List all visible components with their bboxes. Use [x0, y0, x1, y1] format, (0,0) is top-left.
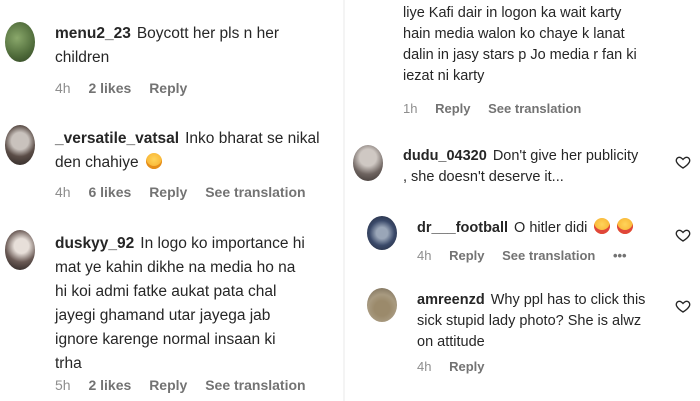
- timestamp: 5h: [55, 377, 71, 393]
- comment-line: Why ppl has to click this: [490, 292, 646, 308]
- heart-icon[interactable]: [675, 227, 691, 243]
- comment-meta: 4h 6 likes Reply See translation: [55, 184, 320, 200]
- see-translation-button[interactable]: See translation: [205, 184, 305, 200]
- comment-line: den chahiye: [55, 154, 139, 171]
- username[interactable]: duskyy_92: [55, 235, 134, 252]
- avatar[interactable]: [5, 22, 35, 62]
- heart-icon[interactable]: [675, 298, 691, 314]
- comment-text: menu2_23 Boycott her pls n her children: [55, 22, 340, 70]
- timestamp: 4h: [417, 248, 432, 263]
- comment-line: children: [55, 49, 110, 66]
- heart-icon[interactable]: [675, 154, 691, 170]
- comment-line: sick stupid lady photo? She is alwz: [417, 313, 642, 329]
- comment-line: O hitler didi: [514, 220, 588, 236]
- reply-button[interactable]: Reply: [449, 359, 484, 374]
- avatar[interactable]: [5, 230, 35, 270]
- see-translation-button[interactable]: See translation: [488, 101, 581, 116]
- grinning-emoji-icon: [145, 153, 162, 169]
- comment-line: liye Kafi dair in logon ka wait karty: [403, 5, 622, 21]
- comment-line: hi koi admi fatke aukat pata chal: [55, 283, 277, 300]
- comment-line: In logo ko importance hi: [140, 235, 305, 252]
- comment-line: Boycott her pls n her: [136, 25, 279, 42]
- reply-button[interactable]: Reply: [149, 80, 187, 96]
- grinning-emoji-icon: [617, 218, 634, 234]
- timestamp: 4h: [55, 80, 71, 96]
- username[interactable]: dr___football: [417, 220, 508, 236]
- avatar[interactable]: [367, 288, 397, 322]
- username[interactable]: amreenzd: [417, 292, 485, 308]
- comment-line: hain media walon ko chaye k lanat: [403, 26, 625, 42]
- username[interactable]: menu2_23: [55, 25, 131, 42]
- grinning-emoji-icon: [594, 218, 611, 234]
- timestamp: 4h: [55, 184, 71, 200]
- likes-count[interactable]: 6 likes: [88, 184, 131, 200]
- username[interactable]: _versatile_vatsal: [55, 130, 179, 147]
- comment-text: liye Kafi dair in logon ka wait karty ha…: [403, 3, 698, 87]
- comment-line: iezat ni karty: [403, 68, 485, 84]
- likes-count[interactable]: 2 likes: [88, 80, 131, 96]
- reply-button[interactable]: Reply: [149, 377, 187, 393]
- reply-button[interactable]: Reply: [149, 184, 187, 200]
- left-comments-panel: menu2_23 Boycott her pls n her children 4…: [0, 0, 343, 401]
- likes-count[interactable]: 2 likes: [88, 377, 131, 393]
- avatar[interactable]: [5, 125, 35, 165]
- comment-line: trha: [55, 355, 82, 372]
- comment-meta: 4h Reply: [417, 359, 499, 374]
- comment-line: jayegi ghamand utar jayega jab: [55, 307, 271, 324]
- avatar[interactable]: [353, 145, 383, 181]
- comment-line: mat ye kahin dikhe na media ho na: [55, 259, 296, 276]
- comment-text: duskyy_92 In logo ko importance hi mat ye…: [55, 232, 340, 376]
- reply-button[interactable]: Reply: [449, 248, 484, 263]
- comment-line: , she doesn't deserve it...: [403, 169, 564, 185]
- comment-text: dr___football O hitler didi: [417, 218, 667, 239]
- see-translation-button[interactable]: See translation: [502, 248, 595, 263]
- see-translation-button[interactable]: See translation: [205, 377, 305, 393]
- comment-text: _versatile_vatsal Inko bharat se nikal de…: [55, 127, 340, 175]
- avatar[interactable]: [367, 216, 397, 250]
- username[interactable]: dudu_04320: [403, 148, 487, 164]
- comment-text: amreenzd Why ppl has to click this sick s…: [417, 290, 682, 353]
- timestamp: 1h: [403, 101, 418, 116]
- reply-button[interactable]: Reply: [435, 101, 470, 116]
- comment-meta: 4h 2 likes Reply: [55, 80, 201, 96]
- comment-meta: 5h 2 likes Reply See translation: [55, 377, 320, 393]
- comment-line: Don't give her publicity: [492, 148, 639, 164]
- comment-meta: 4h Reply See translation •••: [417, 248, 641, 263]
- comment-line: dalin in jasy stars p Jo media r fan ki: [403, 47, 637, 63]
- comment-line: Inko bharat se nikal: [185, 130, 320, 147]
- comment-text: dudu_04320 Don't give her publicity , she…: [403, 146, 663, 188]
- comment-line: on attitude: [417, 334, 485, 350]
- comment-line: ignore karenge normal insaan ki: [55, 331, 276, 348]
- comment-meta: 1h Reply See translation: [403, 101, 595, 116]
- timestamp: 4h: [417, 359, 432, 374]
- more-options-icon[interactable]: •••: [613, 248, 627, 263]
- right-comments-panel: liye Kafi dair in logon ka wait karty ha…: [345, 0, 700, 401]
